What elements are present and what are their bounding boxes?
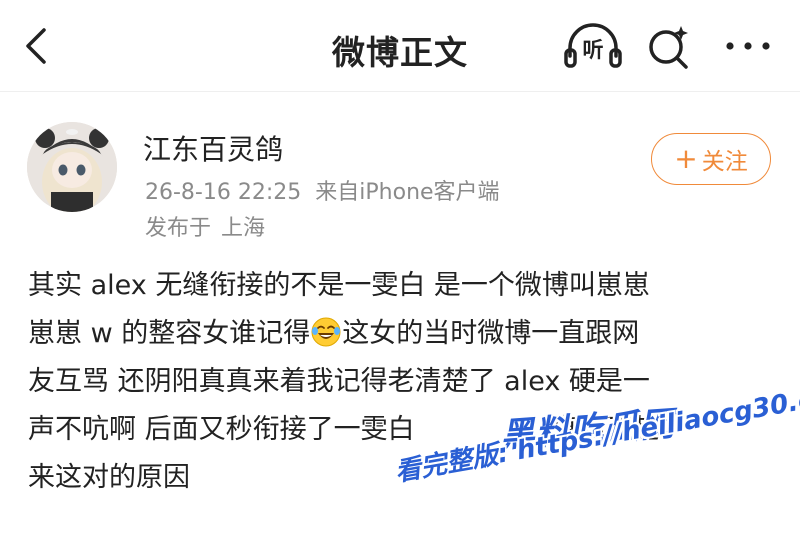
more-dots-icon [726, 42, 770, 50]
more-button[interactable] [718, 28, 778, 64]
post-line: 崽崽 w 的整容女谁记得 这女的当时微博一直跟网 [28, 310, 776, 358]
search-button[interactable] [645, 22, 693, 72]
top-bar: 微博正文 听 [0, 0, 800, 92]
post-text: 声不吭啊 后面又秒衔接了一雯白 [28, 414, 424, 445]
listen-label: 听 [582, 38, 604, 62]
post-line: 其实 alex 无缝衔接的不是一雯白 是一个微博叫崽崽 [28, 270, 650, 301]
follow-button[interactable]: + 关注 [651, 133, 771, 185]
post-date: 26-8-16 22:25 [145, 180, 302, 205]
avatar[interactable] [27, 122, 117, 212]
search-sparkle-icon [649, 26, 688, 69]
source-prefix: 来自 [315, 180, 360, 205]
post-location: 发布于 上海 [145, 210, 265, 242]
location-prefix: 发布于 [145, 216, 212, 241]
post-meta: 26-8-16 22:25 来自iPhone客户端 [145, 174, 500, 206]
laugh-cry-emoji-icon [311, 317, 341, 347]
post-text: 这女的当时微博一直跟网 [342, 318, 640, 349]
avatar-doll-image [27, 122, 117, 212]
post-text: 崽崽 w 的整容女谁记得 [28, 318, 311, 349]
follow-label: 关注 [701, 149, 748, 175]
post-source: iPhone客户端 [359, 180, 500, 205]
location-value: 上海 [221, 216, 266, 241]
username[interactable]: 江东百灵鸽 [143, 128, 283, 168]
plus-icon: + [674, 142, 698, 175]
listen-button[interactable]: 听 [562, 22, 624, 72]
